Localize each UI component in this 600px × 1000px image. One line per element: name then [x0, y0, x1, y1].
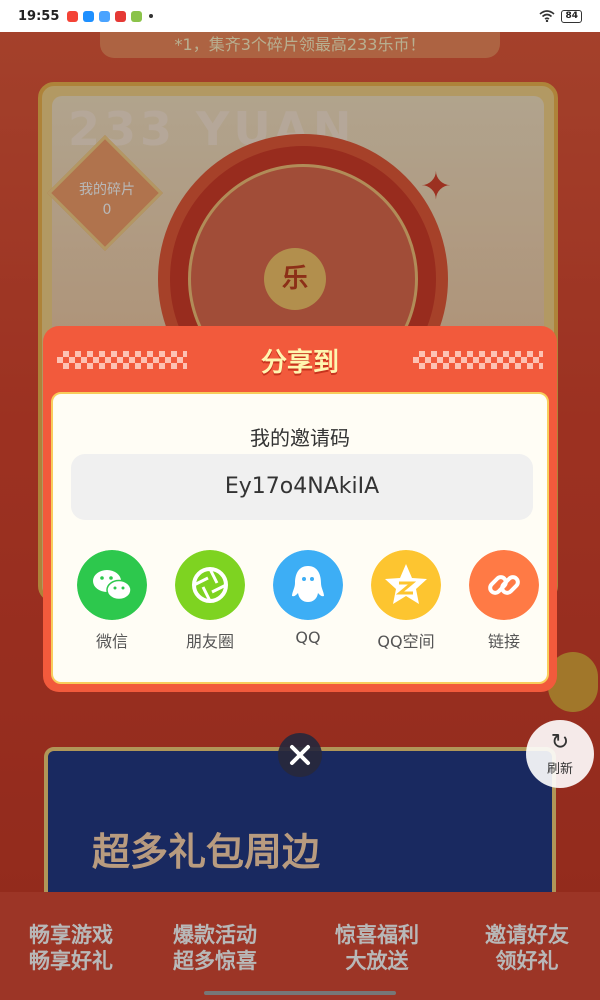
- qzone-icon: [371, 550, 441, 620]
- qq-icon: [273, 550, 343, 620]
- notification-app-icon: [131, 10, 143, 22]
- moments-icon: [175, 550, 245, 620]
- dialog-title: 分享到: [260, 348, 339, 378]
- share-option-label: QQ空间: [377, 632, 435, 651]
- invite-code-label: 我的邀请码: [250, 426, 350, 450]
- notification-app-icon: [99, 10, 111, 22]
- share-option-label: 微信: [95, 632, 128, 651]
- link-icon: [469, 550, 539, 620]
- invite-code-field[interactable]: Ey17o4NAkiIA: [71, 454, 533, 520]
- refresh-button[interactable]: ↻ 刷新: [526, 720, 594, 788]
- share-option-label: 链接: [487, 632, 520, 651]
- battery-icon: 84: [561, 9, 582, 23]
- wechat-icon: [77, 550, 147, 620]
- more-notifications-icon: [149, 14, 154, 18]
- share-qzone-button[interactable]: QQ空间: [366, 550, 446, 652]
- notification-icons: [67, 10, 154, 22]
- share-link-button[interactable]: 链接: [464, 550, 544, 652]
- share-option-label: 朋友圈: [185, 632, 234, 651]
- share-moments-button[interactable]: 朋友圈: [170, 550, 250, 652]
- wifi-icon: [539, 10, 555, 22]
- refresh-label: 刷新: [546, 762, 573, 777]
- share-dialog: 分享到 我的邀请码 Ey17o4NAkiIA 微信 朋友圈 QQ QQ空间 链接: [43, 326, 557, 692]
- share-wechat-button[interactable]: 微信: [72, 550, 152, 652]
- notification-app-icon: [67, 10, 79, 22]
- refresh-icon: ↻: [550, 730, 570, 755]
- close-icon[interactable]: [278, 733, 322, 777]
- home-indicator[interactable]: [204, 991, 396, 995]
- status-time: 19:55: [18, 8, 60, 24]
- notification-app-icon: [83, 10, 95, 22]
- dialog-body: 我的邀请码 Ey17o4NAkiIA 微信 朋友圈 QQ QQ空间 链接: [51, 392, 549, 684]
- status-bar: 19:55 84: [0, 0, 600, 32]
- share-qq-button[interactable]: QQ: [268, 550, 348, 647]
- share-option-label: QQ: [295, 628, 321, 647]
- notification-app-icon: [115, 10, 127, 22]
